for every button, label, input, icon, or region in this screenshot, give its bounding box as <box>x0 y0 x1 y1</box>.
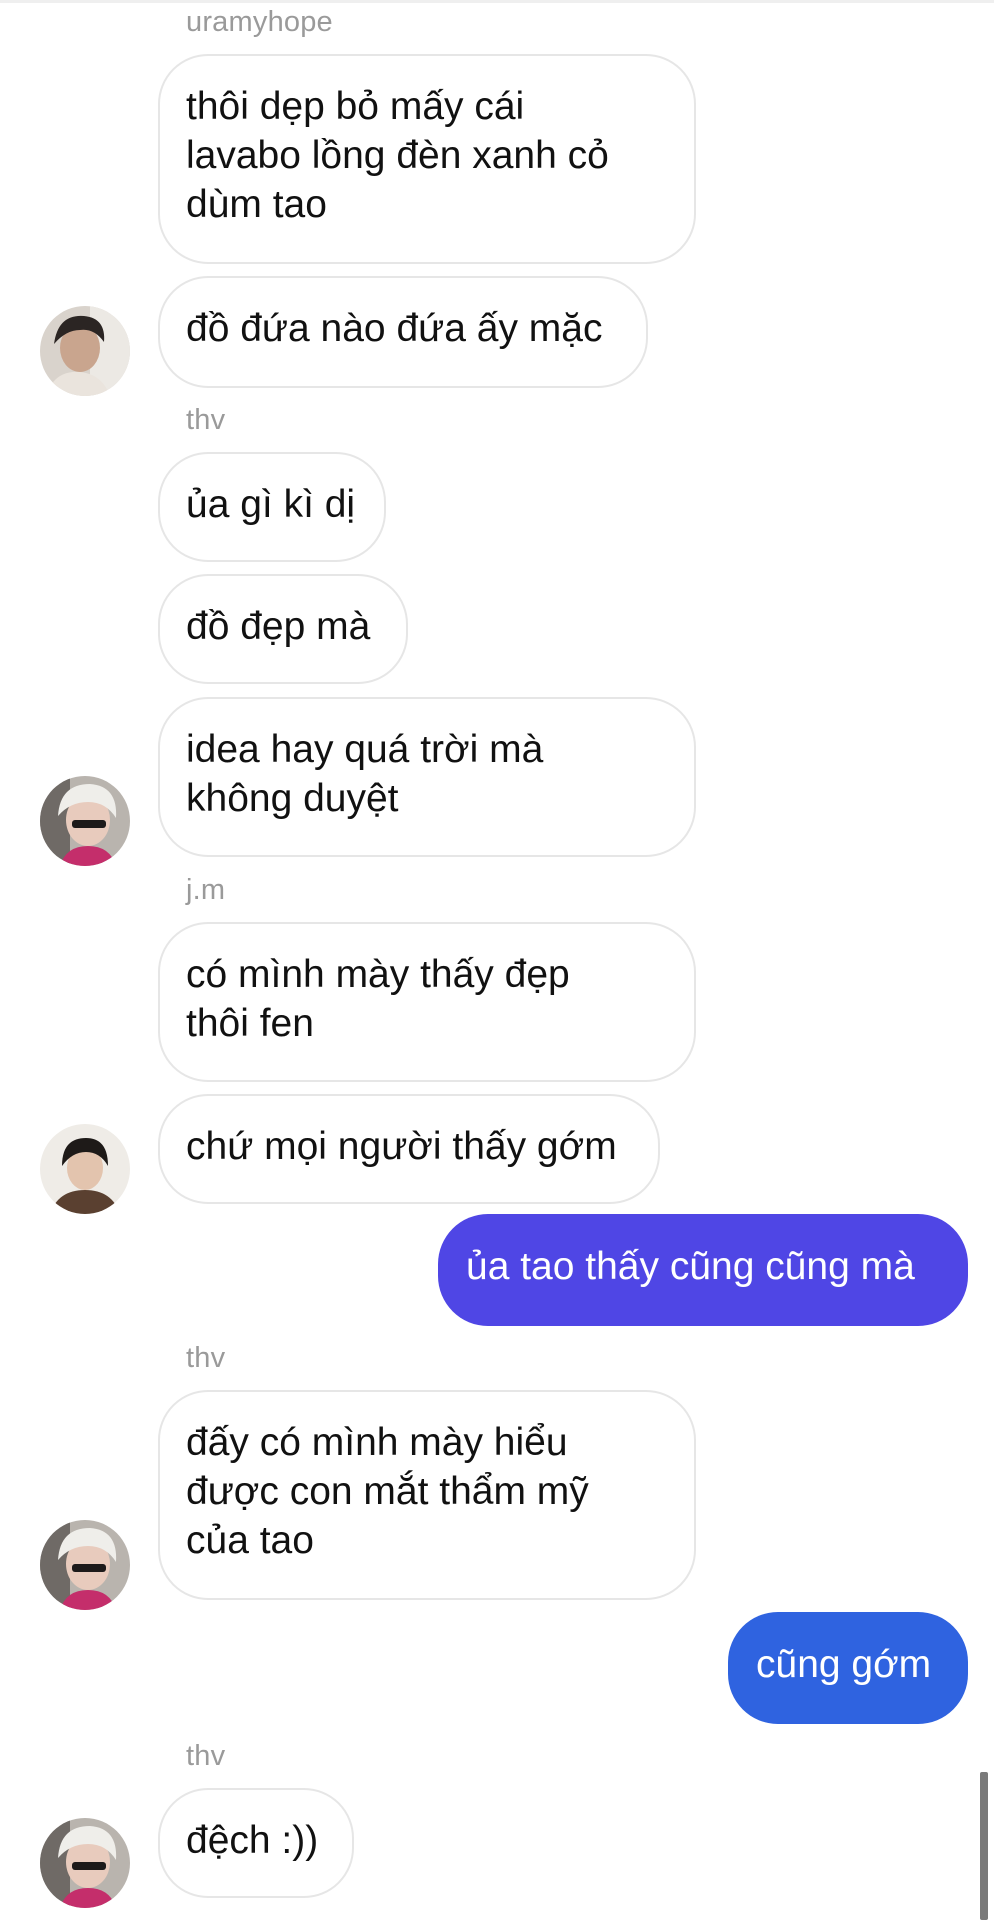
message-line: có mình mày thấy đẹp <box>186 953 570 996</box>
message-bubble-incoming[interactable]: đồ đẹp mà <box>158 574 408 684</box>
message-bubble-incoming[interactable]: chứ mọi người thấy gớm <box>158 1094 660 1204</box>
message-bubble-incoming[interactable]: đệch :)) <box>158 1788 354 1898</box>
avatar-jm[interactable] <box>40 1124 130 1214</box>
message-line: đồ đẹp mà <box>186 605 371 648</box>
sender-name-thv: thv <box>186 404 226 436</box>
message-line: dùm tao <box>186 183 327 226</box>
message-line: đồ đứa nào đứa ấy mặc <box>186 307 603 350</box>
message-line: của tao <box>186 1519 314 1562</box>
message-line: thôi fen <box>186 1002 314 1045</box>
message-bubble-incoming[interactable]: có mình mày thấy đẹp thôi fen <box>158 922 696 1082</box>
message-line: ủa gì kì dị <box>186 483 356 526</box>
avatar-uramyhope[interactable] <box>40 306 130 396</box>
message-line: idea hay quá trời mà <box>186 728 544 771</box>
sender-name-thv: thv <box>186 1740 226 1772</box>
avatar-thv[interactable] <box>40 1818 130 1908</box>
avatar-thv[interactable] <box>40 1520 130 1610</box>
message-bubble-incoming[interactable]: thôi dẹp bỏ mấy cái lavabo lồng đèn xanh… <box>158 54 696 264</box>
message-line: được con mắt thẩm mỹ <box>186 1470 589 1513</box>
message-line: thôi dẹp bỏ mấy cái <box>186 85 525 128</box>
sender-name-thv: thv <box>186 1342 226 1374</box>
message-bubble-incoming[interactable]: ủa gì kì dị <box>158 452 386 562</box>
message-line: chứ mọi người thấy gớm <box>186 1125 617 1168</box>
top-divider <box>0 0 994 3</box>
message-line: lavabo lồng đèn xanh cỏ <box>186 134 609 177</box>
message-line: ủa tao thấy cũng cũng mà <box>466 1245 915 1288</box>
message-bubble-incoming[interactable]: idea hay quá trời mà không duyệt <box>158 697 696 857</box>
message-line: đệch :)) <box>186 1819 319 1862</box>
message-bubble-incoming[interactable]: đồ đứa nào đứa ấy mặc <box>158 276 648 388</box>
sender-name-jm: j.m <box>186 874 226 906</box>
message-line: cũng gớm <box>756 1643 932 1686</box>
scrollbar-thumb[interactable] <box>980 1772 988 1920</box>
sender-name-uramyhope: uramyhope <box>186 6 333 38</box>
message-bubble-incoming[interactable]: đấy có mình mày hiểu được con mắt thẩm m… <box>158 1390 696 1600</box>
message-bubble-outgoing[interactable]: cũng gớm <box>728 1612 968 1724</box>
avatar-thv[interactable] <box>40 776 130 866</box>
message-line: đấy có mình mày hiểu <box>186 1421 568 1464</box>
message-bubble-outgoing[interactable]: ủa tao thấy cũng cũng mà <box>438 1214 968 1326</box>
message-line: không duyệt <box>186 777 399 820</box>
